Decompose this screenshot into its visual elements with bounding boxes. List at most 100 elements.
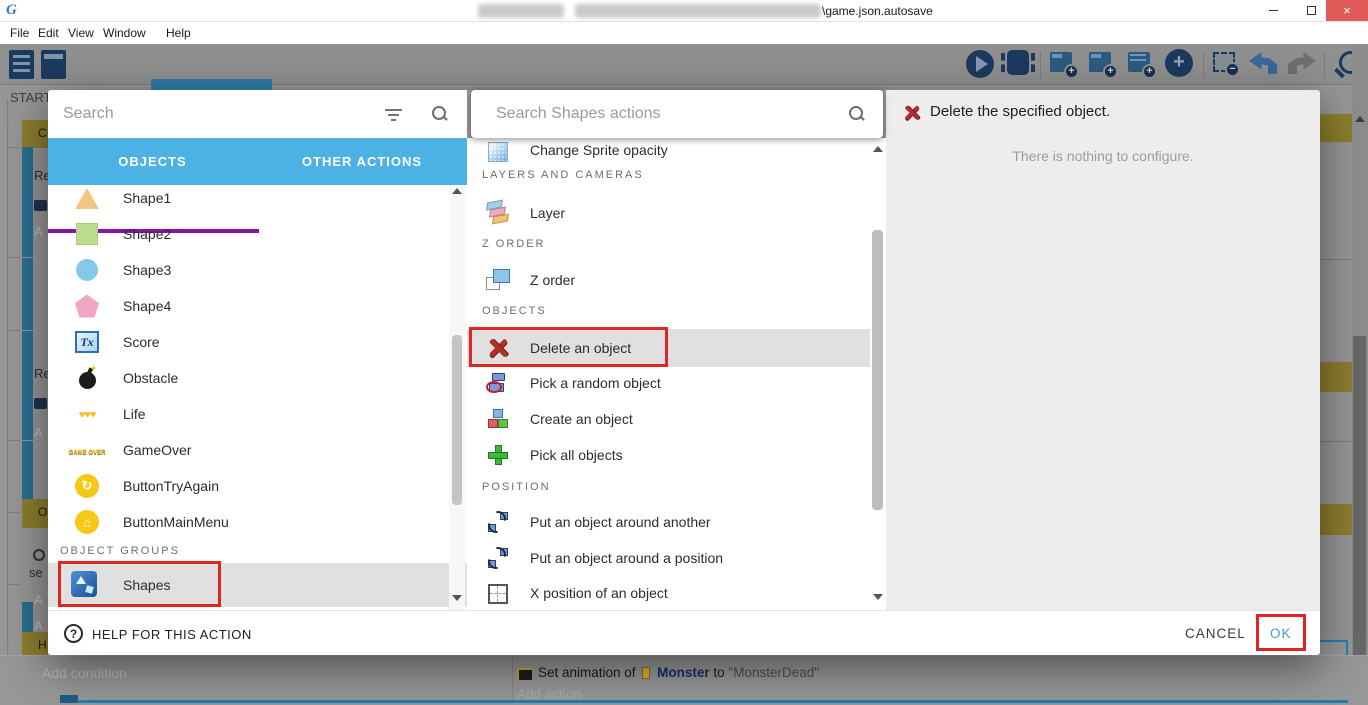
action-row-pick-random-object[interactable]: Pick a random object <box>467 365 870 401</box>
menu-edit[interactable]: Edit <box>38 22 59 44</box>
title-bar: G \game.json.autosave × <box>0 0 1368 22</box>
object-row-obstacle[interactable]: Obstacle <box>48 360 467 396</box>
menu-help[interactable]: Help <box>166 22 191 44</box>
object-row-score[interactable]: Score <box>48 324 467 360</box>
scroll-up-icon[interactable] <box>452 188 462 194</box>
menu-bar: File Edit View Window Help <box>0 22 1368 44</box>
scene-tab-label: START <box>10 90 51 105</box>
add-comment-icon[interactable]: + <box>1128 52 1150 72</box>
position-header: POSITION <box>482 481 551 493</box>
gdevelop-logo-icon: G <box>6 2 23 19</box>
minimize-icon <box>1269 10 1278 11</box>
minimize-button[interactable] <box>1254 0 1292 21</box>
objects-scrollbar[interactable] <box>449 185 465 610</box>
object-row-buttonmainmenu[interactable]: ⌂ ButtonMainMenu <box>48 504 467 540</box>
delete-x-icon <box>903 104 921 122</box>
actions-search-input[interactable] <box>496 100 826 128</box>
objects-search-row <box>48 90 467 138</box>
event-text-fragment: A <box>34 618 43 633</box>
scroll-down-icon[interactable] <box>452 595 462 601</box>
add-event-icon[interactable]: + <box>1050 52 1072 72</box>
object-row-gameover[interactable]: GameOver <box>48 432 467 468</box>
menu-view[interactable]: View <box>68 22 94 44</box>
action-row-z-order[interactable]: Z order <box>467 262 870 298</box>
event-text-fragment: se <box>29 565 43 580</box>
add-condition-link[interactable]: Add condition <box>42 665 127 681</box>
action-row-create-an-object[interactable]: Create an object <box>467 401 870 437</box>
tab-other-actions[interactable]: OTHER ACTIONS <box>257 138 467 185</box>
square-icon <box>76 223 98 245</box>
debugger-icon[interactable] <box>1007 50 1029 75</box>
action-description: Delete the specified object. <box>930 103 1110 120</box>
object-row-shape3[interactable]: Shape3 <box>48 252 467 288</box>
choose-action-dialog: OBJECTS OTHER ACTIONS Shape1 Shape2 Shap… <box>48 90 1320 655</box>
event-text-fragment: A <box>34 224 43 239</box>
opacity-icon <box>488 142 508 162</box>
add-more-icon[interactable]: + <box>1165 49 1193 77</box>
object-row-shape4[interactable]: Shape4 <box>48 288 467 324</box>
objects-panel: OBJECTS OTHER ACTIONS Shape1 Shape2 Shap… <box>48 90 467 610</box>
objects-tabbar: OBJECTS OTHER ACTIONS <box>48 138 467 185</box>
scrollbar-thumb[interactable] <box>872 230 883 510</box>
hearts-icon <box>79 405 96 423</box>
action-row-put-around-position[interactable]: Put an object around a position <box>467 540 870 576</box>
gameover-text-icon <box>69 441 106 459</box>
help-icon: ? <box>64 624 83 643</box>
action-config-panel: Delete the specified object. There is no… <box>886 90 1320 610</box>
object-row-life[interactable]: Life <box>48 396 467 432</box>
pick-random-icon <box>486 372 510 394</box>
action-row-x-position[interactable]: X position of an object <box>467 576 870 610</box>
scroll-down-icon[interactable] <box>873 594 883 600</box>
z-order-header: Z ORDER <box>482 238 546 250</box>
add-subevent-icon[interactable]: + <box>1089 52 1111 72</box>
window-scrollbar[interactable] <box>1352 44 1368 705</box>
scene-window-icon[interactable] <box>41 50 66 79</box>
home-button-icon: ⌂ <box>75 510 99 534</box>
undo-icon[interactable] <box>1249 52 1277 74</box>
briefcase-icon <box>34 200 47 211</box>
action-row-put-around-another[interactable]: Put an object around another <box>467 504 870 540</box>
put-around-icon <box>486 510 510 534</box>
text-object-icon <box>75 331 99 353</box>
menu-window[interactable]: Window <box>103 22 146 44</box>
delete-event-icon[interactable]: − <box>1213 52 1235 72</box>
filter-icon[interactable] <box>385 109 402 121</box>
triangle-icon <box>75 188 99 209</box>
cancel-button[interactable]: CANCEL <box>1185 626 1246 641</box>
z-order-icon <box>485 268 511 292</box>
action-text[interactable]: Set animation of Monster to "MonsterDead… <box>538 665 819 680</box>
redo-icon[interactable] <box>1288 52 1316 74</box>
annotation-box-shapes <box>58 561 221 607</box>
tab-objects[interactable]: OBJECTS <box>48 138 257 185</box>
scrollbar-thumb[interactable] <box>1353 336 1366 705</box>
briefcase-icon <box>34 398 47 409</box>
selected-event-bottom-border <box>60 700 1348 703</box>
pick-all-icon <box>487 444 509 466</box>
action-row-pick-all-objects[interactable]: Pick all objects <box>467 437 870 473</box>
object-row-shape1[interactable]: Shape1 <box>48 180 467 216</box>
at-icon <box>33 549 45 561</box>
objects-search-input[interactable] <box>63 100 363 128</box>
object-row-buttontryagain[interactable]: ↻ ButtonTryAgain <box>48 468 467 504</box>
dialog-footer: ? HELP FOR THIS ACTION CANCEL OK <box>48 610 1320 655</box>
redacted-title-segment <box>478 4 564 18</box>
event-row: Add condition Set animation of Monster t… <box>0 655 1368 705</box>
object-row-shape2[interactable]: Shape2 <box>48 216 467 252</box>
actions-scrollbar[interactable] <box>870 138 886 610</box>
event-text-fragment: A <box>34 425 43 440</box>
search-icon <box>849 106 865 122</box>
redacted-title-segment <box>575 4 821 18</box>
action-row-layer[interactable]: Layer <box>467 195 870 231</box>
menu-file[interactable]: File <box>10 22 29 44</box>
search-icon <box>432 106 448 122</box>
window-title: \game.json.autosave <box>822 0 933 22</box>
maximize-button[interactable] <box>1292 0 1330 21</box>
create-object-icon <box>486 408 510 430</box>
play-icon[interactable] <box>966 50 994 78</box>
scroll-up-icon[interactable] <box>873 146 883 152</box>
scroll-up-icon[interactable] <box>1355 116 1365 122</box>
action-row-change-sprite-opacity[interactable]: Change Sprite opacity <box>467 138 870 162</box>
close-button[interactable]: × <box>1326 0 1368 21</box>
scrollbar-thumb[interactable] <box>452 335 462 505</box>
project-manager-icon[interactable] <box>9 50 34 79</box>
